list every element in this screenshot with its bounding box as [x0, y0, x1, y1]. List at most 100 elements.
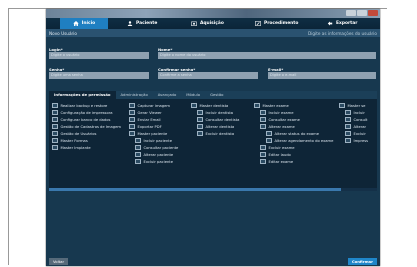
- checkbox[interactable]: [266, 137, 272, 144]
- checkbox[interactable]: [260, 109, 266, 116]
- checkbox[interactable]: [260, 116, 266, 123]
- perm-item[interactable]: Impress: [339, 137, 368, 144]
- login-input[interactable]: Digite o usuário: [49, 52, 149, 59]
- window-controls: [346, 10, 378, 16]
- checkbox[interactable]: [345, 123, 351, 130]
- checkbox[interactable]: [52, 102, 58, 109]
- perm-label: Capturar imagem: [137, 103, 171, 108]
- checkbox[interactable]: [135, 158, 141, 165]
- perm-item[interactable]: Incluir exame: [254, 109, 333, 116]
- perm-item[interactable]: Alterar dentista: [191, 123, 239, 130]
- tab-avancado[interactable]: Avançado: [153, 91, 182, 99]
- confirmar-button[interactable]: Confirmar: [347, 258, 377, 265]
- tab-administracao[interactable]: Administração: [116, 91, 153, 99]
- checkbox[interactable]: [52, 130, 58, 137]
- menu-inicio[interactable]: Início: [60, 18, 108, 29]
- checkbox[interactable]: [254, 102, 260, 109]
- email-input[interactable]: Digite o e-mail: [268, 72, 376, 79]
- perm-item[interactable]: Alterar agendamento do exame: [254, 137, 333, 144]
- perm-item[interactable]: Capturar imagem: [129, 102, 178, 109]
- checkbox[interactable]: [345, 137, 351, 144]
- horizontal-scrollbar[interactable]: [49, 188, 377, 191]
- perm-item[interactable]: Consultar exame: [254, 116, 333, 123]
- nome-input[interactable]: Digite o nome do usuário: [158, 52, 376, 59]
- menu-procedimento[interactable]: Procedimento: [252, 18, 301, 29]
- checkbox[interactable]: [52, 144, 58, 151]
- perm-item[interactable]: Editar laudo: [254, 151, 333, 158]
- checkbox[interactable]: [260, 144, 266, 151]
- checkbox[interactable]: [191, 102, 197, 109]
- perm-item[interactable]: Alterar paciente: [129, 151, 178, 158]
- perm-item[interactable]: Realizar backup e restore: [52, 102, 121, 109]
- perm-item[interactable]: Consultar paciente: [129, 144, 178, 151]
- perm-item[interactable]: Master exame: [254, 102, 333, 109]
- checkbox[interactable]: [260, 123, 266, 130]
- checkbox[interactable]: [260, 158, 266, 165]
- perm-label: Gerar Viewer: [137, 110, 162, 115]
- checkbox[interactable]: [197, 116, 203, 123]
- perm-item[interactable]: Configuração de impressora: [52, 109, 121, 116]
- perm-item[interactable]: Alterar: [339, 123, 368, 130]
- edit-icon: [255, 21, 261, 26]
- close-button[interactable]: [368, 10, 378, 16]
- checkbox[interactable]: [129, 102, 135, 109]
- checkbox[interactable]: [52, 137, 58, 144]
- checkbox[interactable]: [197, 109, 203, 116]
- permission-tabs: Informações de permissão Administração A…: [49, 91, 377, 99]
- perm-item[interactable]: Incluir: [339, 109, 368, 116]
- checkbox[interactable]: [197, 123, 203, 130]
- checkbox[interactable]: [266, 130, 272, 137]
- perm-item[interactable]: Master se: [339, 102, 368, 109]
- perm-item[interactable]: Alterar status do exame: [254, 130, 333, 137]
- checkbox[interactable]: [135, 151, 141, 158]
- voltar-button[interactable]: Voltar: [49, 258, 69, 265]
- perm-item[interactable]: Gestão de Cadastros de Imagem: [52, 123, 121, 130]
- perm-item[interactable]: Exportar PDF: [129, 123, 178, 130]
- perm-item[interactable]: Incluir paciente: [129, 137, 178, 144]
- checkbox[interactable]: [129, 116, 135, 123]
- checkbox[interactable]: [345, 130, 351, 137]
- checkbox[interactable]: [197, 130, 203, 137]
- maximize-button[interactable]: [357, 10, 367, 16]
- checkbox[interactable]: [339, 102, 345, 109]
- menu-paciente[interactable]: Paciente: [124, 18, 160, 29]
- perm-label: Master exame: [262, 103, 289, 108]
- checkbox[interactable]: [129, 109, 135, 116]
- perm-item[interactable]: Alterar exame: [254, 123, 333, 130]
- scrollbar-thumb[interactable]: [49, 188, 341, 191]
- checkbox[interactable]: [135, 144, 141, 151]
- checkbox[interactable]: [129, 123, 135, 130]
- perm-item[interactable]: Excluir: [339, 130, 368, 137]
- perm-item[interactable]: Master paciente: [129, 130, 178, 137]
- perm-item[interactable]: Gerar Viewer: [129, 109, 178, 116]
- checkbox[interactable]: [52, 109, 58, 116]
- checkbox[interactable]: [345, 109, 351, 116]
- checkbox[interactable]: [345, 116, 351, 123]
- perm-item[interactable]: Enviar Email: [129, 116, 178, 123]
- perm-item[interactable]: Master dentista: [191, 102, 239, 109]
- confirmar-senha-input[interactable]: Confirme a senha: [158, 72, 258, 79]
- perm-item[interactable]: Excluir dentista: [191, 130, 239, 137]
- perm-item[interactable]: Consult: [339, 116, 368, 123]
- checkbox[interactable]: [52, 116, 58, 123]
- perm-item[interactable]: Master Formas: [52, 137, 121, 144]
- perm-item[interactable]: Excluir exame: [254, 144, 333, 151]
- checkbox[interactable]: [260, 151, 266, 158]
- checkbox[interactable]: [135, 137, 141, 144]
- senha-input[interactable]: Digite uma senha: [49, 72, 149, 79]
- menu-exportar[interactable]: Exportar: [324, 18, 360, 29]
- menu-aquisicao[interactable]: Aquisição: [188, 18, 227, 29]
- tab-informacoes[interactable]: Informações de permissão: [49, 91, 116, 99]
- checkbox[interactable]: [129, 130, 135, 137]
- perm-item[interactable]: Editar exame: [254, 158, 333, 165]
- perm-item[interactable]: Excluir paciente: [129, 158, 178, 165]
- perm-item[interactable]: Consultar dentista: [191, 116, 239, 123]
- tab-gestao[interactable]: Gestão: [205, 91, 228, 99]
- perm-item[interactable]: Gestão de Usuários: [52, 130, 121, 137]
- perm-item[interactable]: Master Implante: [52, 144, 121, 151]
- tab-modulo[interactable]: Módulo: [181, 91, 205, 99]
- checkbox[interactable]: [52, 123, 58, 130]
- perm-item[interactable]: Configurar banco de dados: [52, 116, 121, 123]
- perm-item[interactable]: Incluir dentista: [191, 109, 239, 116]
- minimize-button[interactable]: [346, 10, 356, 16]
